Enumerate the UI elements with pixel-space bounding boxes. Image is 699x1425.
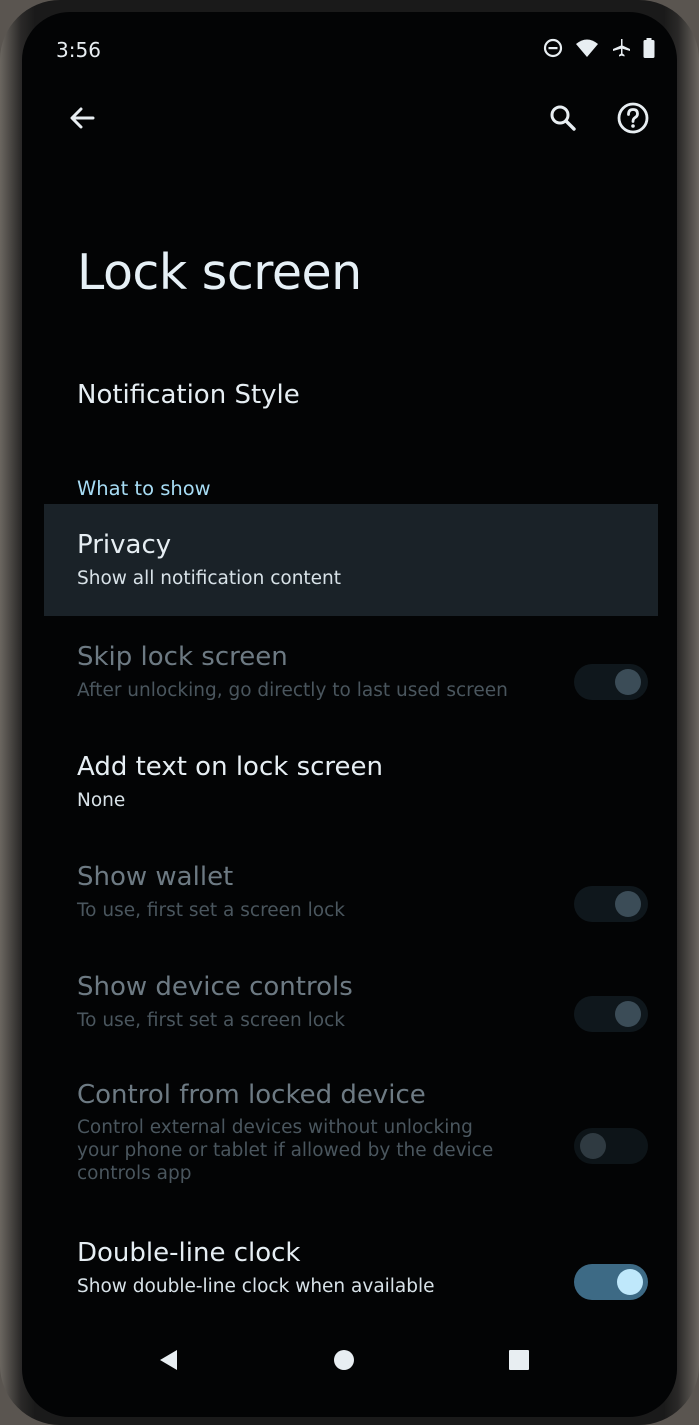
nav-home-button[interactable] (322, 1340, 366, 1384)
privacy-item[interactable]: Privacy Show all notification content (44, 504, 658, 616)
show-wallet-title: Show wallet (77, 862, 234, 892)
notification-style-item[interactable]: Notification Style (44, 362, 658, 442)
add-text-title: Add text on lock screen (77, 752, 384, 782)
battery-icon (643, 38, 655, 58)
show-wallet-switch[interactable] (574, 886, 648, 922)
back-arrow-icon (68, 104, 96, 136)
section-header-what-to-show: What to show (77, 477, 211, 500)
control-from-locked-device-summary: Control external devices without unlocki… (77, 1117, 494, 1184)
search-icon (548, 103, 578, 137)
control-from-locked-device-switch[interactable] (574, 1128, 648, 1164)
status-bar: 3:56 (22, 12, 677, 92)
skip-lock-screen-summary: After unlocking, go directly to last use… (77, 680, 508, 701)
navigation-bar (22, 1332, 677, 1392)
nav-back-button[interactable] (147, 1340, 191, 1384)
page-title: Lock screen (77, 244, 362, 301)
show-device-controls-summary: To use, first set a screen lock (77, 1010, 345, 1031)
show-wallet-summary: To use, first set a screen lock (77, 900, 345, 921)
show-wallet-item[interactable]: Show wallet To use, first set a screen l… (44, 854, 658, 944)
help-button[interactable] (605, 92, 661, 148)
nav-back-icon (157, 1348, 181, 1376)
notification-style-title: Notification Style (77, 380, 300, 410)
control-from-locked-device-item[interactable]: Control from locked device Control exter… (44, 1072, 658, 1202)
nav-recents-icon (507, 1348, 531, 1376)
double-line-clock-summary: Show double-line clock when available (77, 1276, 435, 1297)
search-button[interactable] (535, 92, 591, 148)
add-text-item[interactable]: Add text on lock screen None (44, 744, 658, 834)
help-icon (616, 101, 650, 139)
status-time: 3:56 (56, 38, 101, 62)
switch-thumb (615, 669, 641, 695)
airplane-icon (611, 38, 631, 58)
screen: 3:56 Lock screen Notification Style What… (22, 12, 677, 1417)
show-device-controls-title: Show device controls (77, 972, 353, 1002)
skip-lock-screen-item[interactable]: Skip lock screen After unlocking, go dir… (44, 634, 658, 734)
device-frame: 3:56 Lock screen Notification Style What… (0, 0, 699, 1425)
privacy-summary: Show all notification content (77, 568, 342, 589)
do-not-disturb-icon (543, 38, 563, 58)
double-line-clock-item[interactable]: Double-line clock Show double-line clock… (44, 1230, 658, 1320)
double-line-clock-switch[interactable] (574, 1264, 648, 1300)
switch-thumb (615, 1001, 641, 1027)
add-text-summary: None (77, 790, 126, 811)
skip-lock-screen-title: Skip lock screen (77, 642, 288, 672)
nav-home-icon (332, 1348, 356, 1376)
control-from-locked-device-title: Control from locked device (77, 1080, 426, 1110)
skip-lock-screen-switch[interactable] (574, 664, 648, 700)
wifi-icon (575, 38, 599, 58)
switch-thumb (580, 1133, 606, 1159)
status-icons (543, 38, 655, 58)
show-device-controls-item[interactable]: Show device controls To use, first set a… (44, 964, 658, 1054)
top-app-bar (22, 92, 677, 148)
show-device-controls-switch[interactable] (574, 996, 648, 1032)
nav-recents-button[interactable] (497, 1340, 541, 1384)
switch-thumb (617, 1269, 643, 1295)
privacy-title: Privacy (77, 530, 172, 560)
back-button[interactable] (54, 92, 110, 148)
switch-thumb (615, 891, 641, 917)
double-line-clock-title: Double-line clock (77, 1238, 301, 1268)
